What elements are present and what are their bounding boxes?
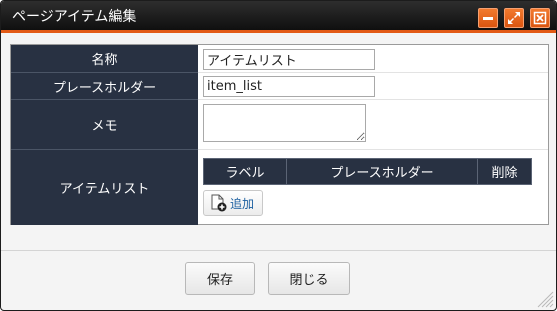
column-header-placeholder: プレースホルダー <box>286 158 478 185</box>
title-bar[interactable]: ページアイテム編集 <box>1 1 556 33</box>
item-list-cell: ラベル プレースホルダー 削除 追加 <box>198 150 548 225</box>
name-cell <box>198 45 548 73</box>
memo-textarea[interactable] <box>203 104 366 142</box>
maximize-icon <box>508 12 520 24</box>
name-input[interactable] <box>203 49 375 70</box>
page-item-edit-dialog: ページアイテム編集 名称 プレースホルダー <box>0 0 557 311</box>
close-window-button[interactable] <box>530 8 550 28</box>
item-list-row: アイテムリスト ラベル プレースホルダー 削除 追加 <box>11 150 548 225</box>
column-header-delete: 削除 <box>477 158 532 185</box>
form-table: 名称 プレースホルダー メモ アイテムリスト <box>10 44 549 225</box>
memo-row: メモ <box>11 100 548 150</box>
item-list-header-row: ラベル プレースホルダー 削除 <box>203 158 532 185</box>
close-icon <box>533 11 547 25</box>
placeholder-input[interactable] <box>203 76 375 97</box>
resize-grip-icon[interactable] <box>534 288 554 308</box>
add-item-button[interactable]: 追加 <box>203 190 263 216</box>
add-document-icon <box>211 194 227 212</box>
save-button[interactable]: 保存 <box>185 262 255 295</box>
placeholder-cell <box>198 73 548 100</box>
name-label: 名称 <box>11 45 198 73</box>
close-button[interactable]: 閉じる <box>268 262 350 295</box>
memo-label: メモ <box>11 100 198 150</box>
column-header-label: ラベル <box>203 158 287 185</box>
placeholder-row: プレースホルダー <box>11 73 548 100</box>
name-row: 名称 <box>11 45 548 73</box>
maximize-button[interactable] <box>504 8 524 28</box>
add-item-label: 追加 <box>230 196 255 211</box>
memo-cell <box>198 100 548 150</box>
item-list-table: ラベル プレースホルダー 削除 <box>203 158 532 185</box>
minimize-icon <box>483 17 493 20</box>
dialog-title: ページアイテム編集 <box>12 9 137 25</box>
minimize-button[interactable] <box>478 8 498 28</box>
item-list-label: アイテムリスト <box>11 150 198 225</box>
placeholder-label: プレースホルダー <box>11 73 198 100</box>
footer-divider <box>1 250 556 251</box>
